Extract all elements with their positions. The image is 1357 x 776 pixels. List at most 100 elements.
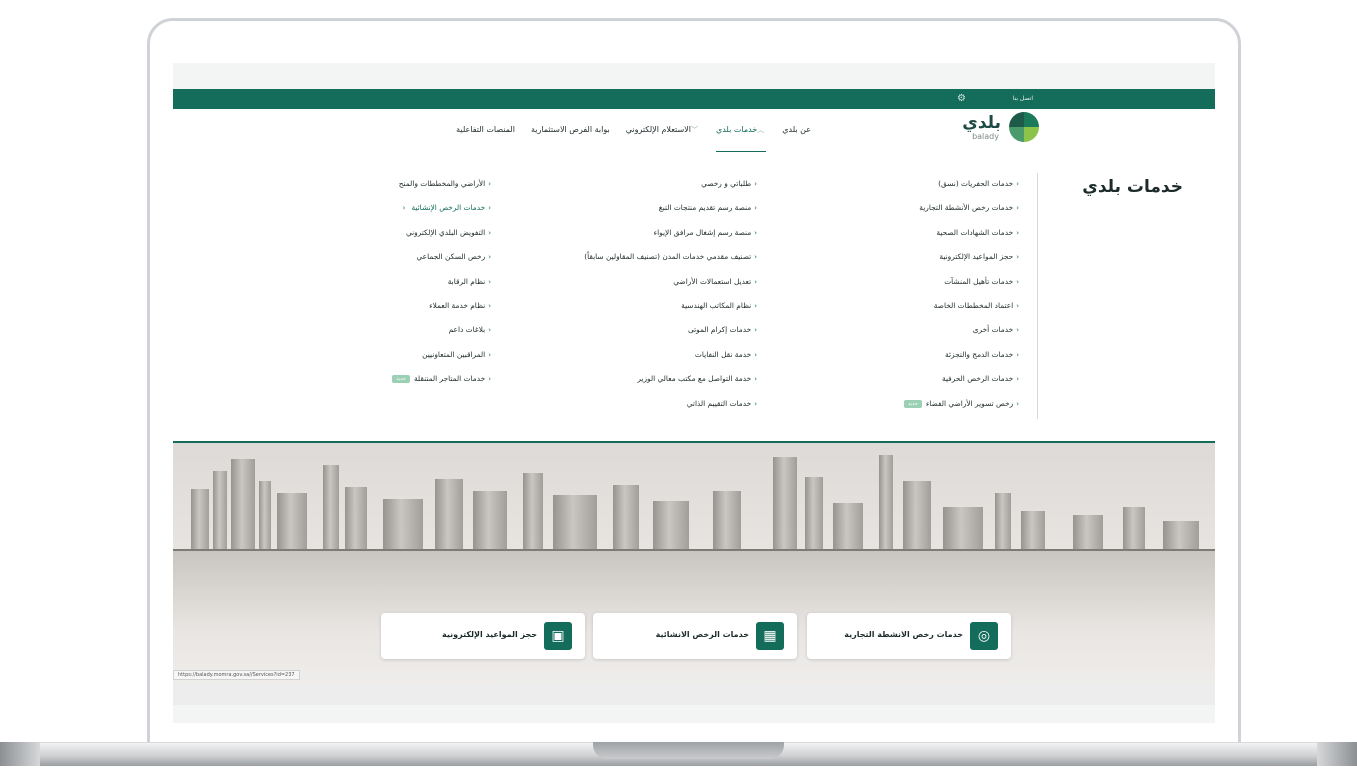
menu-item-label: اعتماد المخططات الخاصة [933,300,1014,310]
nav-inquiry[interactable]: الاستعلام الإلكتروني﹀ [626,125,700,135]
menu-item[interactable]: ‹خدمات أخرى [789,325,1019,349]
card-appointments[interactable]: ▣ حجز المواعيد الإلكترونية [381,613,585,659]
skyline-building [903,481,931,551]
menu-item[interactable]: ‹تصنيف مقدمي خدمات المدن (تصنيف المقاولي… [527,252,757,276]
balady-logo[interactable]: بلدي balady [953,112,1039,146]
menu-item[interactable]: ‹رخص السكن الجماعي [261,252,491,276]
menu-item-label: نظام الرقابة [447,276,486,286]
chevron-down-icon: ﹀ [690,126,698,134]
chevron-left-icon: ‹ [754,326,757,335]
menu-item-label: المراقبين المتعاونيين [422,349,486,359]
services-mega-menu: خدمات بلدي ‹خدمات الحفريات (نسق) ‹خدمات … [173,161,1215,441]
nav-services[interactable]: خدمات بلدي︿ [715,125,767,152]
menu-item[interactable]: ‹تعديل استعمالات الأراضي [527,277,757,301]
chevron-left-icon: ‹ [754,350,757,359]
menu-item[interactable]: ‹خدمات الشهادات الصحية [789,228,1019,252]
skyline-building [213,471,227,551]
status-bar-url: https://balady.momra.gov.sa//Services?id… [173,670,300,680]
menu-item[interactable]: ‹نظام المكاتب الهندسية [527,301,757,325]
menu-item[interactable]: ‹منصة رسم إشغال مرافق الإيواء [527,228,757,252]
chevron-left-icon: ‹ [1016,350,1019,359]
skyline-building [613,485,639,551]
menu-item[interactable]: ‹منصة رسم تقديم منتجات التبغ [527,203,757,227]
menu-item[interactable]: ‹خدمات إكرام الموتى [527,325,757,349]
menu-item[interactable]: ‹اعتماد المخططات الخاصة [789,301,1019,325]
skyline-building [1073,515,1103,551]
menu-item-selected[interactable]: ‹خدمات الرخص الإنشائية‹ [261,203,491,227]
menu-item[interactable]: ‹خدمات تأهيل المنشآت [789,277,1019,301]
skyline-building [523,473,543,551]
menu-item-label: خدمات رخص الأنشطة التجارية [919,203,1014,213]
card-construction-licenses[interactable]: ▦ خدمات الرخص الانشائية [593,613,797,659]
top-bar: اتصل بنا ⚙ [173,89,1215,109]
menu-item-label: خدمات الدمج والتجزئة [944,349,1014,359]
chevron-left-icon: ‹ [1016,326,1019,335]
menu-item-label: حجز المواعيد الإلكترونية [939,252,1014,262]
nav-services-label: خدمات بلدي [715,125,758,134]
new-badge: جديد [904,399,922,408]
skyline-building [277,493,307,551]
logo-english-text: balady [972,132,999,141]
mega-menu-divider [1037,173,1038,419]
chevron-left-icon: ‹ [754,204,757,213]
balady-logo-icon [1009,112,1039,142]
menu-item[interactable]: ‹خدمات رخص الأنشطة التجارية [789,203,1019,227]
chevron-left-icon: ‹ [754,228,757,237]
chevron-left-icon: ‹ [488,277,491,286]
contact-link[interactable]: اتصل بنا [1013,95,1033,102]
laptop-base-right [1317,742,1357,766]
menu-item-label: طلباتي و رخصي [701,179,752,188]
menu-item-label: خدمات الرخص الإنشائية [411,203,486,213]
menu-item[interactable]: ‹نظام الرقابة [261,277,491,301]
menu-item-label: خدمة نقل النفايات [694,349,752,359]
menu-item[interactable]: ‹خدمة التواصل مع مكتب معالي الوزير [527,374,757,398]
card-commercial-licenses[interactable]: ◎ خدمات رخص الانشطة التجارية [807,613,1011,659]
menu-item[interactable]: ‹حجز المواعيد الإلكترونية [789,252,1019,276]
nav-investment[interactable]: بوابة الفرص الاستثمارية [531,125,610,135]
chevron-left-icon: ‹ [1016,253,1019,262]
skyline-building [1021,511,1045,551]
skyline-building [773,457,797,551]
menu-item[interactable]: ‹خدمات الحفريات (نسق) [789,179,1019,203]
skyline-building [383,499,423,551]
nav-about[interactable]: عن بلدي [782,125,811,135]
chevron-left-icon: ‹ [488,375,491,384]
skyline-building [259,481,271,551]
menu-item[interactable]: ‹الأراضي والمخططات والمنح [261,179,491,203]
chevron-left-icon: ‹ [754,301,757,310]
menu-item[interactable]: ‹خدمات التقييم الذاتي [527,399,757,423]
chevron-left-icon: ‹ [488,301,491,310]
skyline-building [943,507,983,551]
skyline-building [231,459,255,551]
menu-item[interactable]: ‹التفويض البلدي الإلكتروني [261,228,491,252]
nav-inquiry-label: الاستعلام الإلكتروني [625,125,691,134]
menu-item-label: خدمات إكرام الموتى [687,325,752,335]
chevron-left-icon: ‹ [754,277,757,286]
menu-item[interactable]: ‹بلاغات داعم [261,325,491,349]
building-icon: ▦ [756,622,784,650]
chevron-left-icon: ‹ [754,399,757,408]
chevron-left-icon: ‹ [488,326,491,335]
nav-platforms[interactable]: المنصات التفاعلية [456,125,515,135]
main-nav: عن بلدي خدمات بلدي︿ الاستعلام الإلكتروني… [456,125,811,152]
menu-item[interactable]: ‹طلباتي و رخصي [527,179,757,203]
menu-item[interactable]: ‹خدمات الدمج والتجزئة [789,350,1019,374]
skyline-building [879,455,893,551]
skyline-building [653,501,689,551]
menu-item-label: نظام المكاتب الهندسية [681,300,752,310]
mega-menu-title: خدمات بلدي [1082,177,1183,197]
accessibility-gear-icon[interactable]: ⚙ [957,93,968,104]
services-column-2: ‹طلباتي و رخصي ‹منصة رسم تقديم منتجات ال… [527,179,757,423]
menu-item[interactable]: ‹نظام خدمة العملاء [261,301,491,325]
chevron-left-icon: ‹ [1016,399,1019,408]
menu-item[interactable]: ‹خدمات المتاجر المتنقلةجديد [261,374,491,398]
menu-item-label: منصة رسم إشغال مرافق الإيواء [653,227,752,237]
menu-item[interactable]: ‹رخص تسوير الأراضي الفضاءجديد [789,399,1019,423]
menu-item-label: خدمات المتاجر المتنقلة [413,374,486,384]
menu-item[interactable]: ‹المراقبين المتعاونيين [261,350,491,374]
browser-screen: اتصل بنا ⚙ بلدي balady عن بلدي خدمات بلد… [173,63,1215,723]
menu-item[interactable]: ‹خدمة نقل النفايات [527,350,757,374]
chevron-left-icon: ‹ [1016,180,1019,188]
menu-item-label: خدمات أخرى [972,325,1014,335]
menu-item[interactable]: ‹خدمات الرخص الحرفية [789,374,1019,398]
